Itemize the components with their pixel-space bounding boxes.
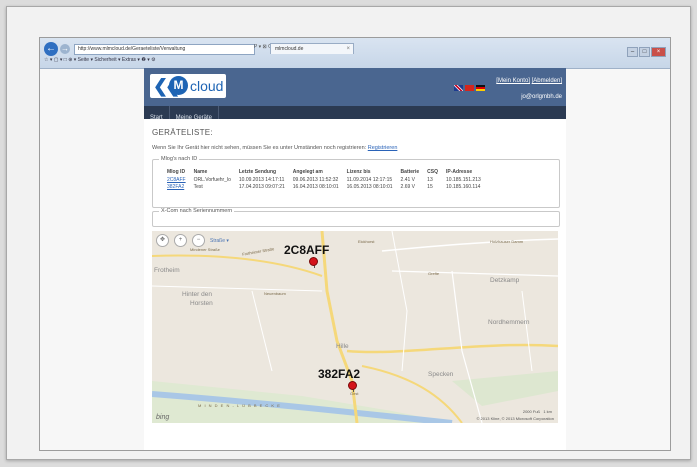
flag-cn-icon[interactable]	[465, 84, 474, 91]
cell-license: 16.05.2013 08:10:01	[346, 184, 393, 190]
device-map[interactable]: ✥ + − Straße ▾ Mindener Straße Frotheimer S…	[152, 231, 558, 423]
header-links: [Mein Konto] [Abmelden]	[496, 78, 562, 84]
pan-control-icon[interactable]: ✥	[156, 234, 169, 247]
map-label: Hinter den	[182, 291, 212, 298]
marker-label-2c8aff: 2C8AFF	[284, 243, 330, 257]
cell-name: Test	[193, 184, 203, 190]
tab-title: mlmcloud.de	[275, 46, 304, 52]
scale-feet: 2000 Fuß	[522, 409, 540, 414]
map-controls: ✥ + − Straße ▾	[156, 234, 229, 247]
cell-mlog-id: 382FA2	[163, 184, 190, 191]
close-window-icon[interactable]: ×	[651, 47, 666, 57]
cell-csq: 15	[427, 184, 433, 190]
column-header: IP-Adresse	[446, 169, 473, 175]
page-title: GERÄTELISTE:	[152, 128, 213, 137]
cell-last-transmission: 10.09.2013 14:17:11	[238, 177, 285, 183]
user-email: jo@orlgmbh.de	[521, 94, 562, 100]
cell-created: 09.06.2013 11:52:32	[292, 177, 339, 183]
column-header: Name	[193, 169, 208, 175]
forward-arrow-icon[interactable]: →	[60, 44, 70, 54]
nav-item-start[interactable]: Start	[144, 112, 169, 125]
map-label: Neuenbaum	[264, 291, 286, 296]
maximize-icon[interactable]: □	[639, 47, 650, 57]
cell-name: ORL.Vorfuehr_lo	[193, 177, 231, 183]
map-label: Specken	[428, 371, 454, 378]
map-label: Girst	[350, 391, 359, 396]
flag-de-icon[interactable]	[476, 84, 485, 91]
browser-chrome: ← → http://www.mlmcloud.de/Geraeteliste/…	[40, 38, 670, 69]
map-label: Holzhauser Damm	[490, 239, 524, 244]
window-controls: – □ ×	[626, 40, 666, 57]
tab-close-icon[interactable]: ×	[346, 44, 350, 55]
column-header: Angelegt am	[292, 169, 323, 175]
main-nav: Start Meine Geräte	[144, 106, 566, 121]
logout-link[interactable]: [Abmelden]	[532, 78, 562, 84]
map-label: Mindener Straße	[190, 247, 220, 252]
map-label: Detzkamp	[490, 277, 520, 284]
logo-text: cloud	[190, 78, 224, 94]
scale-km: 1 km	[543, 409, 552, 414]
cell-last-transmission: 17.04.2013 09:07:21	[238, 184, 285, 190]
cell-ip: 10.185.160.114	[446, 184, 481, 190]
marker-label-382fa2: 382FA2	[318, 367, 361, 381]
back-arrow-icon[interactable]: ←	[44, 42, 58, 56]
site-header: ❮❮ M cloud [Mein Konto] [Abmelden] jo@or…	[144, 68, 566, 106]
map-label: Nordhemmern	[488, 319, 530, 326]
column-header: Letzte Sendung	[238, 169, 277, 175]
cell-license: 11.09.2014 12:17:15	[346, 177, 393, 183]
map-label: M I N D E N - L Ü B B E C K E	[198, 403, 281, 408]
cell-csq: 13	[427, 177, 433, 183]
cell-created: 16.04.2013 08:10:01	[292, 184, 339, 190]
map-scale: 2000 Fuß 1 km	[523, 409, 552, 414]
column-header: CSQ	[427, 169, 439, 175]
mlog-devices-box: Mlog's nach ID Mlog ID Name Letzte Sendu…	[152, 156, 560, 208]
logo-m-icon: M	[169, 76, 188, 95]
device-link[interactable]: 2C8AFF	[167, 177, 186, 183]
info-message: Wenn Sie Ihr Gerät hier nicht sehen, müs…	[152, 145, 367, 151]
info-text: Wenn Sie Ihr Gerät hier nicht sehen, müs…	[152, 145, 397, 151]
table-row: 382FA2 Test 17.04.2013 09:07:21 16.04.20…	[163, 184, 485, 191]
browser-tab[interactable]: mlmcloud.de ×	[270, 43, 354, 54]
xcom-box-legend: X-Com nach Seriennummern	[159, 208, 235, 214]
screenshot-frame: ← → http://www.mlmcloud.de/Geraeteliste/…	[6, 6, 691, 460]
cell-battery: 2.69 V	[400, 184, 416, 190]
cell-mlog-id: 2C8AFF	[163, 177, 190, 184]
register-link[interactable]: Registrieren	[368, 145, 398, 151]
browser-window: ← → http://www.mlmcloud.de/Geraeteliste/…	[39, 37, 671, 451]
xcom-box: X-Com nach Seriennummern	[152, 208, 560, 227]
language-flags	[454, 79, 487, 97]
map-provider-logo: bing	[156, 414, 170, 421]
address-bar[interactable]: http://www.mlmcloud.de/Geraeteliste/Verw…	[74, 44, 255, 55]
my-account-link[interactable]: [Mein Konto]	[496, 78, 530, 84]
column-header: Lizenz bis	[346, 169, 371, 175]
zoom-in-icon[interactable]: +	[174, 234, 187, 247]
nav-item-meine-geraete[interactable]: Meine Geräte	[170, 112, 218, 125]
devices-table: Mlog ID Name Letzte Sendung Angelegt am …	[163, 169, 485, 191]
column-header: Batterie	[400, 169, 420, 175]
map-attribution: © 2013 Kline, © 2013 Microsoft Corporati…	[476, 416, 555, 421]
column-header: Mlog ID	[167, 169, 186, 175]
map-marker-2c8aff-icon[interactable]	[309, 257, 318, 266]
map-label: Hille	[336, 343, 349, 350]
favorites-toolbar[interactable]: ☆ ▾ ▢ ▾ □ ⊕ ▾ Seite ▾ Sicherheit ▾ Extra…	[44, 57, 156, 63]
web-page: ❮❮ M cloud [Mein Konto] [Abmelden] jo@or…	[144, 68, 566, 450]
map-label: Grefte	[428, 271, 440, 276]
mlog-box-legend: Mlog's nach ID	[159, 156, 200, 162]
table-header-row: Mlog ID Name Letzte Sendung Angelegt am …	[163, 169, 485, 177]
minimize-icon[interactable]: –	[627, 47, 638, 57]
flag-uk-icon[interactable]	[454, 84, 463, 91]
nav-divider	[218, 106, 220, 119]
mcloud-logo[interactable]: ❮❮ M cloud	[150, 74, 226, 98]
device-link[interactable]: 382FA2	[167, 184, 184, 190]
map-label: Horsten	[190, 300, 213, 307]
map-label: Eickhorst	[358, 239, 375, 244]
map-label: Frotheim	[154, 267, 180, 274]
table-row: 2C8AFF ORL.Vorfuehr_lo 10.09.2013 14:17:…	[163, 177, 485, 184]
map-marker-382fa2-icon[interactable]	[348, 381, 357, 390]
zoom-out-icon[interactable]: −	[192, 234, 205, 247]
map-type-selector[interactable]: Straße ▾	[210, 238, 229, 244]
cell-battery: 2.41 V	[400, 177, 416, 183]
cell-ip: 10.185.151.213	[446, 177, 481, 183]
